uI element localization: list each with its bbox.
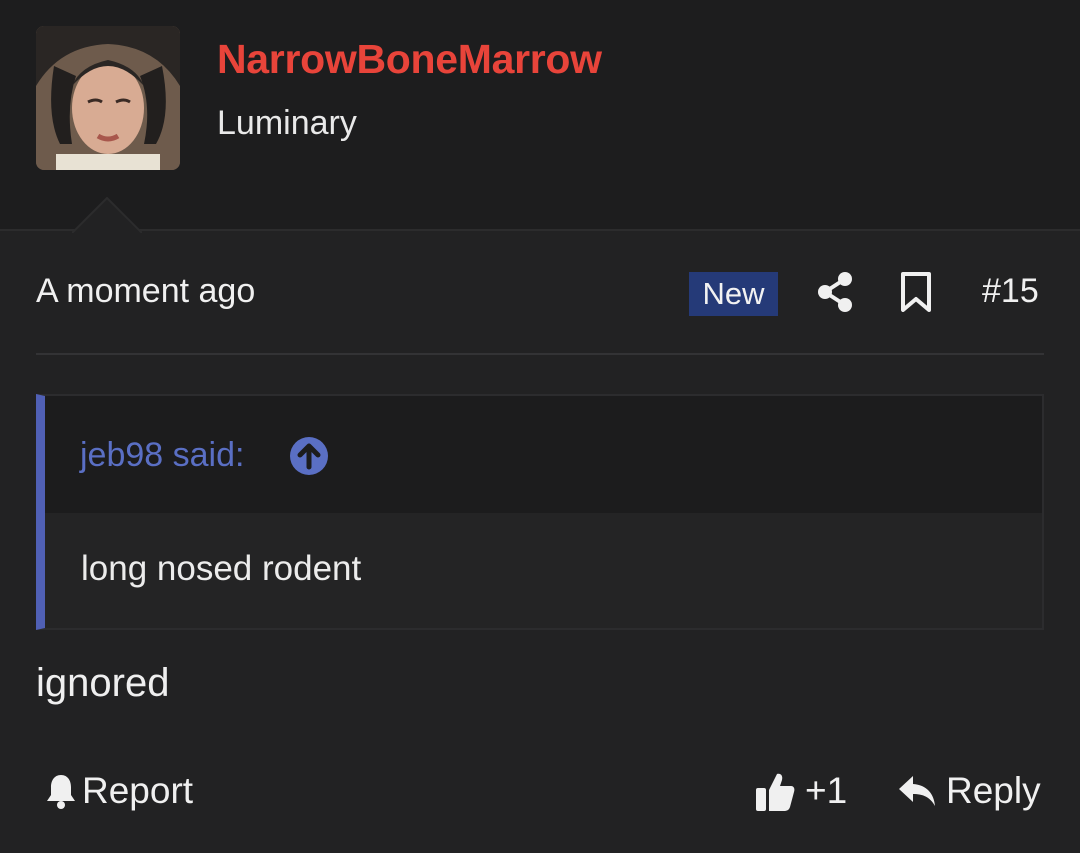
user-title: Luminary (217, 104, 357, 142)
user-header: NarrowBoneMarrow Luminary (0, 0, 1080, 233)
forum-post: NarrowBoneMarrow Luminary A moment ago N… (0, 0, 1080, 853)
reply-label: Reply (946, 770, 1041, 811)
quote-header: jeb98 said: (45, 396, 1042, 513)
share-icon[interactable] (815, 270, 855, 314)
post-message: ignored (36, 661, 170, 705)
arrow-circle-up-icon[interactable] (289, 436, 329, 476)
new-badge: New (689, 272, 778, 316)
report-button[interactable]: Report (44, 768, 193, 814)
avatar[interactable] (36, 26, 180, 170)
bell-icon (47, 775, 75, 809)
bookmark-icon[interactable] (899, 272, 933, 312)
reply-arrow-icon (899, 776, 935, 806)
reply-button[interactable]: Reply (898, 768, 1041, 814)
username[interactable]: NarrowBoneMarrow (217, 36, 602, 83)
quote-text: long nosed rodent (81, 549, 362, 588)
post-timestamp[interactable]: A moment ago (36, 272, 255, 311)
quote-body: long nosed rodent (45, 513, 1042, 628)
divider (36, 353, 1044, 355)
like-count: +1 (805, 770, 848, 811)
report-label: Report (82, 770, 194, 811)
like-button[interactable]: +1 (755, 768, 847, 814)
quote-block: jeb98 said: long nosed rodent (36, 394, 1044, 630)
avatar-image (36, 26, 180, 170)
thumbs-up-icon (756, 773, 795, 811)
header-pointer (72, 197, 142, 233)
post-number[interactable]: #15 (982, 272, 1039, 311)
quote-author[interactable]: jeb98 said: (80, 436, 244, 475)
